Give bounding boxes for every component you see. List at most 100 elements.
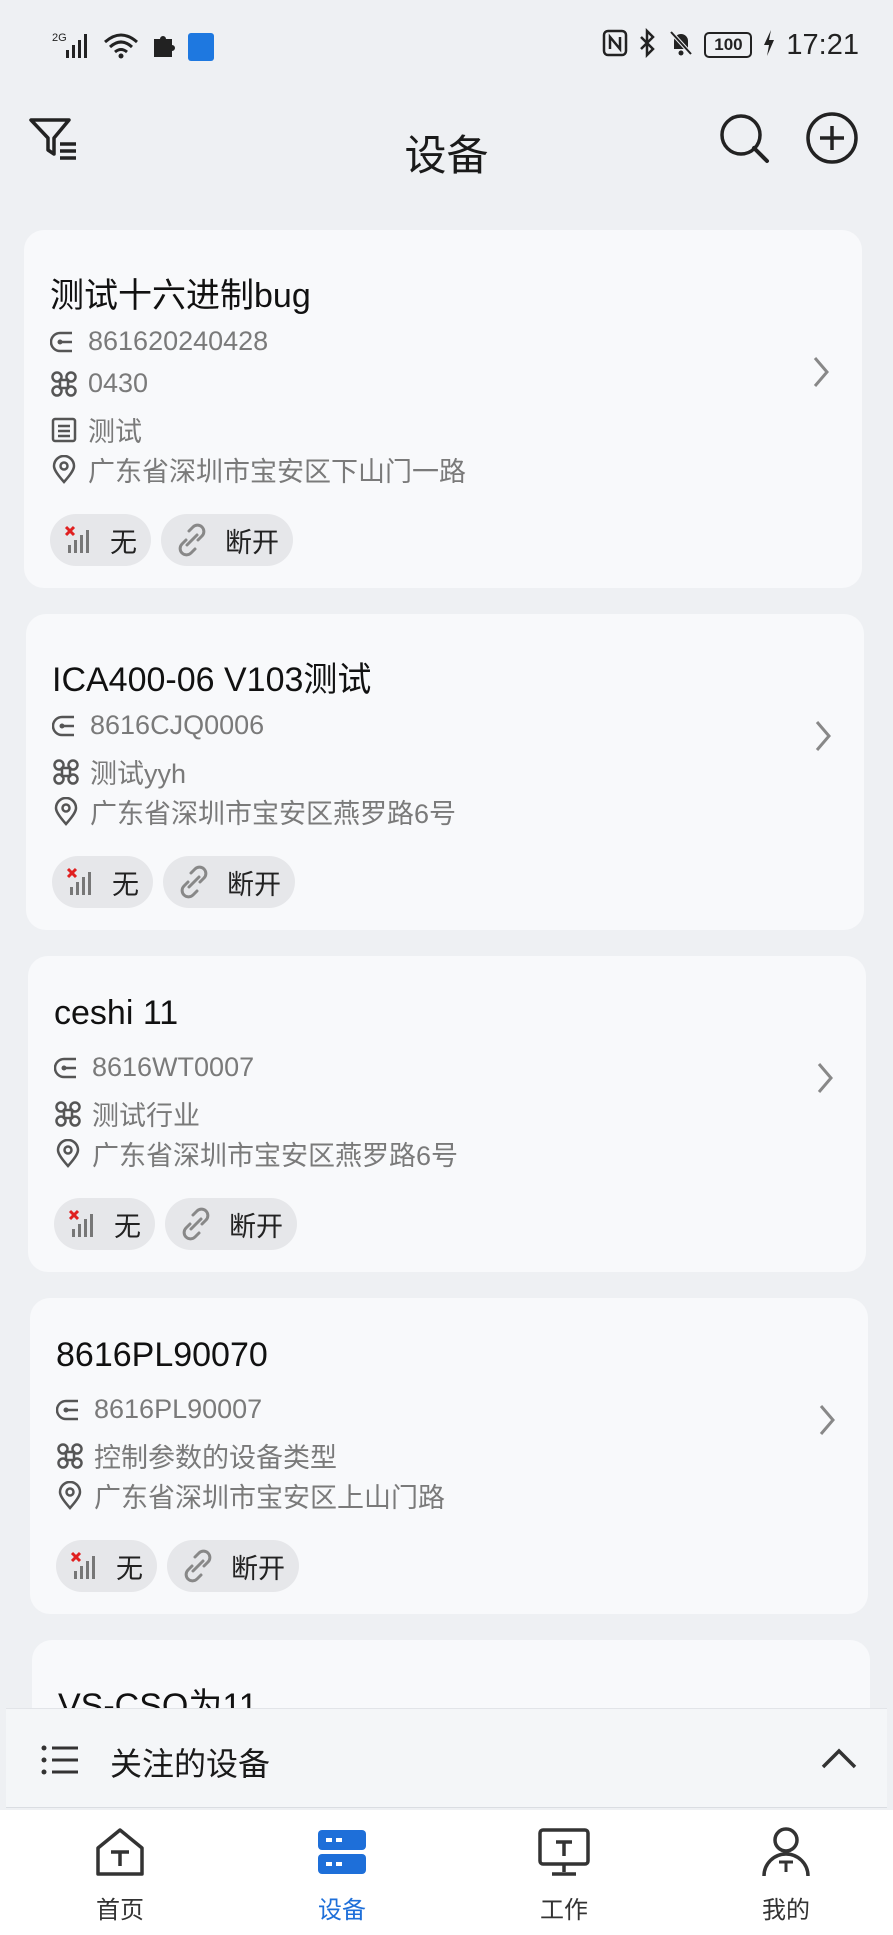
devices-icon bbox=[318, 1830, 366, 1874]
device-card[interactable]: ICA400-06 V103测试 8616CJQ0006 测试yyh 广东省深圳… bbox=[26, 614, 864, 930]
device-type-icon bbox=[51, 370, 77, 397]
home-icon bbox=[96, 1828, 144, 1876]
device-id-icon bbox=[54, 1057, 76, 1078]
device-id: 8616CJQ0006 bbox=[90, 710, 265, 740]
device-group-icon bbox=[51, 417, 77, 442]
device-id-icon bbox=[52, 715, 74, 736]
status-left: 2G bbox=[52, 30, 214, 64]
monitor-icon bbox=[538, 1828, 590, 1876]
device-address-row: 广东省深圳市宝安区燕罗路6号 bbox=[52, 792, 456, 831]
device-type-row: 测试行业 bbox=[54, 1094, 200, 1133]
device-card[interactable]: 8616PL90070 8616PL90007 控制参数的设备类型 广东省深圳市… bbox=[30, 1298, 868, 1614]
device-address-row: 广东省深圳市宝安区下山门一路 bbox=[50, 450, 466, 489]
tab-mine[interactable]: 我的 bbox=[716, 1824, 856, 1925]
device-address-row: 广东省深圳市宝安区燕罗路6号 bbox=[54, 1134, 458, 1173]
screen: 2G 100 17:21 设备 测试十六进制bug 861620240428 0… bbox=[0, 0, 893, 1935]
connection-status-label: 断开 bbox=[227, 869, 281, 900]
bottom-tab-bar: 首页 设备 工作 我的 bbox=[0, 1810, 893, 1935]
device-type-row: 控制参数的设备类型 bbox=[56, 1436, 337, 1475]
device-type-icon bbox=[55, 1100, 81, 1127]
device-type: 测试yyh bbox=[90, 759, 187, 789]
status-right: 100 17:21 bbox=[602, 27, 859, 62]
device-status-pills: 无 断开 bbox=[54, 1198, 297, 1250]
followed-devices-bar[interactable]: 关注的设备 bbox=[6, 1708, 887, 1808]
search-icon bbox=[720, 114, 769, 163]
device-type-row: 0430 bbox=[50, 368, 148, 399]
tab-mine-label: 我的 bbox=[762, 1896, 810, 1924]
no-signal-icon bbox=[70, 1551, 95, 1579]
battery-indicator: 100 bbox=[704, 32, 753, 58]
tab-devices[interactable]: 设备 bbox=[272, 1824, 412, 1925]
device-id-icon bbox=[56, 1399, 78, 1420]
puzzle-icon bbox=[150, 31, 178, 63]
device-name: ICA400-06 V103测试 bbox=[52, 661, 372, 699]
svg-text:2G: 2G bbox=[52, 32, 67, 44]
chevron-right-icon bbox=[815, 721, 831, 751]
signal-status-pill: 无 bbox=[52, 856, 153, 908]
signal-status-label: 无 bbox=[116, 1553, 143, 1584]
wifi-icon bbox=[102, 30, 140, 64]
add-device-button[interactable] bbox=[804, 110, 860, 166]
connection-status-pill: 断开 bbox=[161, 514, 293, 566]
device-id-row: 8616WT0007 bbox=[54, 1052, 254, 1083]
device-card[interactable]: ceshi 11 8616WT0007 测试行业 广东省深圳市宝安区燕罗路6号 … bbox=[28, 956, 866, 1272]
chevron-up-icon[interactable] bbox=[819, 1745, 859, 1771]
location-pin-icon bbox=[54, 796, 78, 826]
nfc-icon bbox=[602, 29, 628, 61]
charging-icon bbox=[762, 29, 776, 61]
signal-status-pill: 无 bbox=[56, 1540, 157, 1592]
connection-status-pill: 断开 bbox=[167, 1540, 299, 1592]
link-broken-icon bbox=[178, 523, 206, 557]
device-type: 0430 bbox=[88, 368, 149, 398]
signal-status-pill: 无 bbox=[54, 1198, 155, 1250]
link-broken-icon bbox=[180, 865, 208, 899]
device-status-pills: 无 断开 bbox=[56, 1540, 299, 1592]
device-address: 广东省深圳市宝安区燕罗路6号 bbox=[90, 799, 457, 829]
chevron-right-icon bbox=[819, 1405, 835, 1435]
device-group-row: 测试 bbox=[50, 410, 142, 449]
no-signal-icon bbox=[64, 525, 89, 553]
device-group: 测试 bbox=[88, 417, 142, 447]
device-type-icon bbox=[53, 758, 79, 785]
connection-status-pill: 断开 bbox=[165, 1198, 297, 1250]
signal-status-pill: 无 bbox=[50, 514, 151, 566]
signal-status-label: 无 bbox=[114, 1211, 141, 1242]
device-id-row: 8616CJQ0006 bbox=[52, 710, 264, 741]
list-icon bbox=[41, 1745, 78, 1775]
device-address-row: 广东省深圳市宝安区上山门路 bbox=[56, 1476, 445, 1515]
connection-status-pill: 断开 bbox=[163, 856, 295, 908]
device-name: 8616PL90070 bbox=[56, 1336, 268, 1374]
cellular-signal-icon: 2G bbox=[52, 30, 92, 64]
tab-home-label: 首页 bbox=[96, 1896, 144, 1924]
tab-work[interactable]: 工作 bbox=[494, 1824, 634, 1925]
app-notification-icon bbox=[188, 33, 214, 61]
search-button[interactable] bbox=[716, 110, 772, 166]
signal-status-label: 无 bbox=[110, 527, 137, 558]
device-status-pills: 无 断开 bbox=[52, 856, 295, 908]
device-id: 8616PL90007 bbox=[94, 1394, 263, 1424]
muted-bell-icon bbox=[668, 29, 694, 61]
device-id: 8616WT0007 bbox=[92, 1052, 255, 1082]
device-id-row: 861620240428 bbox=[50, 326, 268, 357]
followed-devices-label: 关注的设备 bbox=[110, 1745, 271, 1783]
location-pin-icon bbox=[58, 1480, 82, 1510]
chevron-right-icon bbox=[817, 1063, 833, 1093]
no-signal-icon bbox=[68, 1209, 93, 1237]
location-pin-icon bbox=[56, 1138, 80, 1168]
device-address: 广东省深圳市宝安区下山门一路 bbox=[88, 457, 466, 487]
device-id-icon bbox=[50, 331, 72, 352]
location-pin-icon bbox=[52, 454, 76, 484]
user-icon bbox=[762, 1827, 810, 1877]
device-type: 测试行业 bbox=[92, 1101, 200, 1131]
tab-home[interactable]: 首页 bbox=[50, 1824, 190, 1925]
device-card[interactable]: 测试十六进制bug 861620240428 0430 测试 广东省深圳市宝安区… bbox=[24, 230, 862, 588]
tab-work-label: 工作 bbox=[540, 1896, 588, 1924]
status-bar: 2G 100 17:21 bbox=[0, 0, 893, 100]
device-type-row: 测试yyh bbox=[52, 752, 186, 791]
device-address: 广东省深圳市宝安区上山门路 bbox=[94, 1483, 445, 1513]
chevron-right-icon bbox=[813, 357, 829, 387]
device-address: 广东省深圳市宝安区燕罗路6号 bbox=[92, 1141, 459, 1171]
connection-status-label: 断开 bbox=[231, 1553, 285, 1584]
device-name: ceshi 11 bbox=[54, 994, 179, 1032]
device-id: 861620240428 bbox=[88, 326, 269, 356]
